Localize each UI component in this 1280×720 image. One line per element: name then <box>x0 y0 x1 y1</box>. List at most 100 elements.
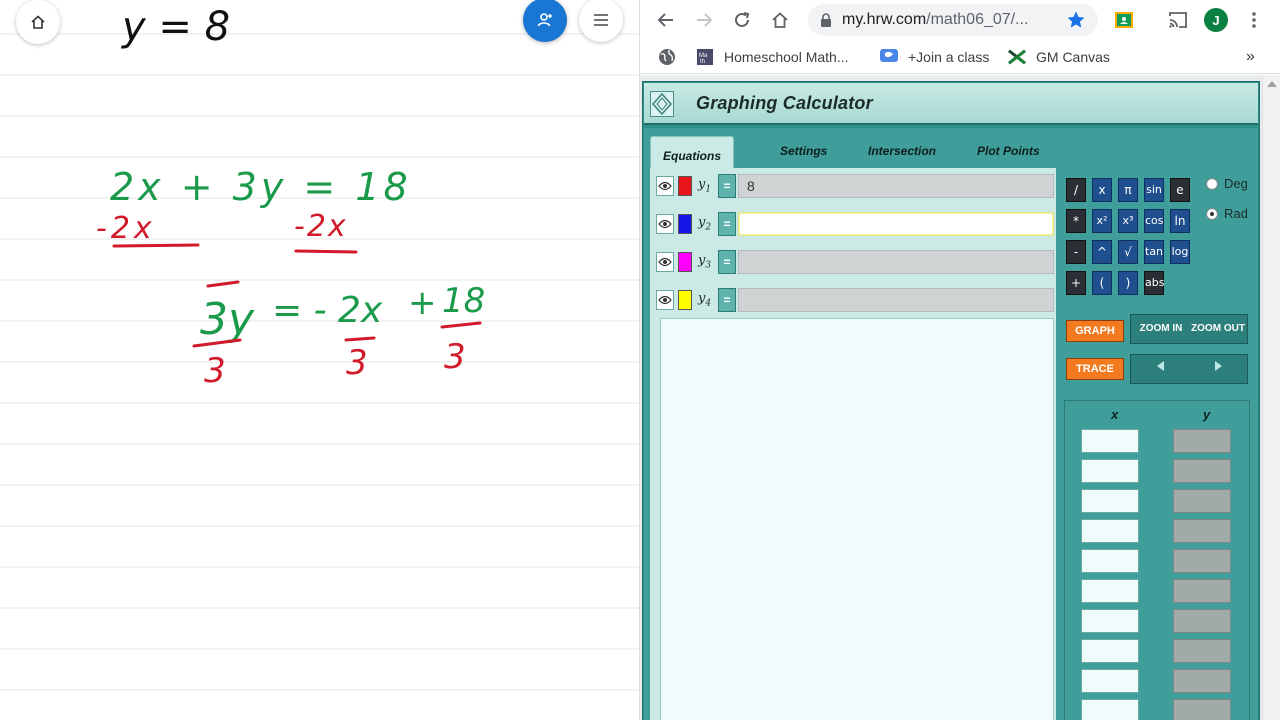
x-table-cell[interactable] <box>1081 429 1139 453</box>
equation-row-y4: y4 = <box>650 286 1054 314</box>
tab-plot-points[interactable]: Plot Points <box>977 144 1040 158</box>
apps-globe-button[interactable] <box>658 47 676 67</box>
angle-mode-rad[interactable]: Rad <box>1206 206 1248 221</box>
key-cos[interactable]: cos <box>1144 209 1164 233</box>
key-open-paren[interactable]: ( <box>1092 271 1112 295</box>
xy-table: x y <box>1064 400 1250 720</box>
key-caret[interactable]: ^ <box>1092 240 1112 264</box>
eye-icon <box>658 219 672 229</box>
trace-button[interactable]: TRACE <box>1066 358 1124 380</box>
ink-denominator-right: 3 <box>444 337 466 377</box>
key-abs[interactable]: abs <box>1144 271 1164 295</box>
equation-input[interactable] <box>738 288 1054 312</box>
key-plus[interactable]: + <box>1066 271 1086 295</box>
equation-input[interactable]: 8 <box>738 174 1054 198</box>
eye-icon <box>658 295 672 305</box>
address-bar[interactable]: my.hrw.com/math06_07/... <box>808 4 1098 36</box>
zoom-out-button[interactable]: ZOOM OUT <box>1190 318 1246 340</box>
key-ln[interactable]: ln <box>1170 209 1190 233</box>
x-table-cell[interactable] <box>1081 579 1139 603</box>
radio-label: Rad <box>1224 206 1248 221</box>
ink-fraction-bar-mid <box>344 336 376 342</box>
menu-button[interactable] <box>579 0 623 42</box>
key-x-cubed[interactable]: x³ <box>1118 209 1138 233</box>
equals-button[interactable]: = <box>718 250 736 274</box>
eye-icon <box>658 257 672 267</box>
x-table-cell[interactable] <box>1081 459 1139 483</box>
key-multiply[interactable]: * <box>1066 209 1086 233</box>
home-page-button[interactable] <box>766 6 794 34</box>
tab-equations[interactable]: Equations <box>650 136 734 170</box>
forward-button[interactable] <box>690 6 718 34</box>
ink-subtract-right: -2x <box>294 209 348 244</box>
kebab-menu-icon <box>1252 12 1256 28</box>
classroom-extension-button[interactable] <box>1110 6 1138 34</box>
page-scrollbar[interactable] <box>1262 75 1280 720</box>
key-divide[interactable]: / <box>1066 178 1086 202</box>
keypad-panel: / x π sin e * x² x³ cos ln - ^ √ tan log… <box>1062 168 1254 720</box>
key-log[interactable]: log <box>1170 240 1190 264</box>
visibility-toggle[interactable] <box>656 290 674 310</box>
x-table-cell[interactable] <box>1081 609 1139 633</box>
equals-button[interactable]: = <box>718 288 736 312</box>
bookmark-homeschool-math[interactable]: Ma th Homeschool Math... <box>696 47 849 67</box>
zoom-controls: ZOOM IN ZOOM OUT <box>1130 314 1248 344</box>
zoom-in-button[interactable]: ZOOM IN <box>1133 318 1189 340</box>
bookmark-label: GM Canvas <box>1036 49 1110 65</box>
home-button[interactable] <box>16 0 60 44</box>
color-swatch[interactable] <box>678 252 692 272</box>
trace-right-button[interactable] <box>1190 358 1246 380</box>
bookmark-join-class[interactable]: +Join a class <box>880 47 989 67</box>
bookmark-gm-canvas[interactable]: GM Canvas <box>1008 47 1110 67</box>
more-bookmarks-button[interactable]: » <box>1246 47 1255 67</box>
visibility-toggle[interactable] <box>656 252 674 272</box>
equals-button[interactable]: = <box>718 174 736 198</box>
visibility-toggle[interactable] <box>656 176 674 196</box>
key-sqrt[interactable]: √ <box>1118 240 1138 264</box>
graph-output-area[interactable] <box>660 318 1054 720</box>
back-button[interactable] <box>652 6 680 34</box>
reload-button[interactable] <box>728 6 756 34</box>
add-participant-button[interactable] <box>523 0 567 42</box>
color-swatch[interactable] <box>678 214 692 234</box>
angle-mode-deg[interactable]: Deg <box>1206 176 1248 191</box>
x-table-cell[interactable] <box>1081 519 1139 543</box>
color-swatch[interactable] <box>678 290 692 310</box>
x-table-cell[interactable] <box>1081 639 1139 663</box>
radio-dot <box>1206 177 1218 190</box>
x-table-cell[interactable] <box>1081 699 1139 720</box>
graph-button[interactable]: GRAPH <box>1066 320 1124 342</box>
equals-button[interactable]: = <box>718 212 736 236</box>
browser-menu-button[interactable] <box>1240 6 1268 34</box>
key-tan[interactable]: tan <box>1144 240 1164 264</box>
cast-button[interactable] <box>1164 6 1192 34</box>
key-sin[interactable]: sin <box>1144 178 1164 202</box>
key-x-squared[interactable]: x² <box>1092 209 1112 233</box>
whiteboard[interactable]: y = 8 2x + 3y = 18 -2x -2x 3y = - 2x + 1… <box>0 0 640 720</box>
tab-settings[interactable]: Settings <box>780 144 827 158</box>
trace-left-button[interactable] <box>1133 358 1189 380</box>
equation-row-y1: y1 = 8 <box>650 172 1054 200</box>
x-table-cell[interactable] <box>1081 549 1139 573</box>
key-e[interactable]: e <box>1170 178 1190 202</box>
bookmarks-bar: Ma th Homeschool Math... +Join a class GM… <box>640 40 1280 74</box>
scroll-up-icon[interactable] <box>1267 81 1277 87</box>
ink-rearranged-mid: = - 2x <box>272 290 383 331</box>
color-swatch[interactable] <box>678 176 692 196</box>
profile-avatar[interactable]: J <box>1202 6 1230 34</box>
equation-label-sub: 4 <box>705 298 712 309</box>
visibility-toggle[interactable] <box>656 214 674 234</box>
key-close-paren[interactable]: ) <box>1118 271 1138 295</box>
equation-input[interactable] <box>738 212 1054 236</box>
x-table-cell[interactable] <box>1081 489 1139 513</box>
key-minus[interactable]: - <box>1066 240 1086 264</box>
radio-dot <box>1206 207 1218 220</box>
key-pi[interactable]: π <box>1118 178 1138 202</box>
y-table-cell <box>1173 669 1231 693</box>
tab-intersection[interactable]: Intersection <box>868 144 936 158</box>
key-x[interactable]: x <box>1092 178 1112 202</box>
bookmark-star-button[interactable] <box>1062 6 1090 34</box>
ink-line-y-equals-8: y = 8 <box>121 4 230 50</box>
x-table-cell[interactable] <box>1081 669 1139 693</box>
equation-input[interactable] <box>738 250 1054 274</box>
